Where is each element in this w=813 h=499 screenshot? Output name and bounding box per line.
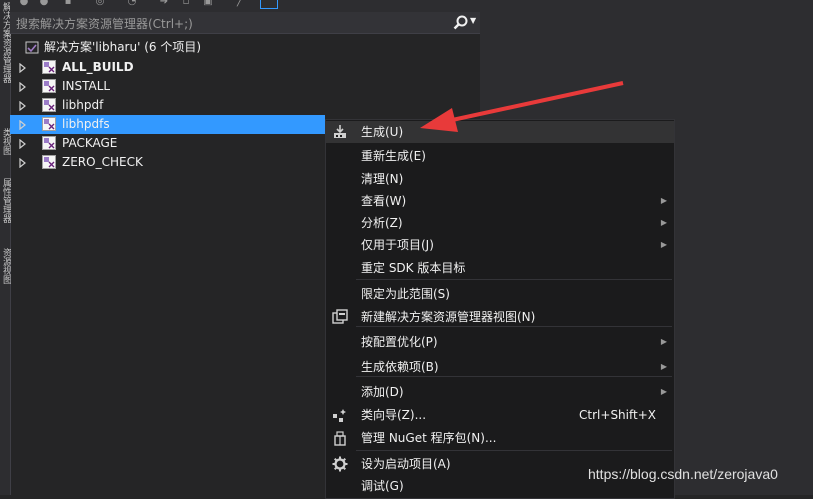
submenu-arrow-icon: ▶: [660, 218, 667, 227]
home-icon[interactable]: ▪: [62, 0, 74, 8]
menu-item-label: 仅用于项目(J): [361, 238, 434, 252]
vertical-tab-property-manager[interactable]: 属性管理器: [0, 178, 11, 240]
submenu-arrow-icon: ▶: [660, 337, 667, 346]
collapse-all-icon[interactable]: ▣: [202, 0, 214, 8]
cpp-project-icon: [42, 117, 56, 131]
search-options-dropdown[interactable]: ▼: [470, 16, 476, 25]
solution-explorer-toolbar: ● ● ▪ ◎ ◔ ➔ ▫ ▣ ╱: [10, 0, 480, 12]
project-label: libhpdfs: [62, 117, 110, 131]
menu-item-label: 按配置优化(P): [361, 335, 438, 349]
cpp-project-icon: [42, 79, 56, 93]
menu-item-label: 重新生成(E): [361, 149, 426, 163]
class-wizard-icon: [333, 409, 346, 422]
menu-item-label: 管理 NuGet 程序包(N)...: [361, 431, 497, 445]
menu-item[interactable]: 重新生成(E): [326, 145, 674, 167]
expand-arrow-icon[interactable]: [18, 77, 28, 96]
project-label: PACKAGE: [62, 136, 118, 150]
submenu-arrow-icon: ▶: [660, 362, 667, 371]
build-icon: [334, 125, 346, 138]
menu-item[interactable]: 生成(U): [326, 121, 674, 143]
gear-icon: [332, 456, 348, 472]
project-label: INSTALL: [62, 79, 111, 93]
watermark: https://blog.csdn.net/zerojava0: [588, 466, 778, 482]
submenu-arrow-icon: ▶: [660, 387, 667, 396]
project-node[interactable]: libhpdf: [10, 96, 480, 115]
menu-item-label: 清理(N): [361, 172, 404, 186]
project-node[interactable]: INSTALL: [10, 77, 480, 96]
project-label: ALL_BUILD: [62, 60, 134, 74]
menu-item-label: 限定为此范围(S): [361, 287, 450, 301]
menu-item-label: 添加(D): [361, 385, 404, 399]
menu-item-shortcut: Ctrl+Shift+X: [579, 408, 656, 422]
search-input[interactable]: 搜索解决方案资源管理器(Ctrl+;): [16, 15, 193, 32]
menu-item-label: 调试(G): [361, 479, 404, 493]
menu-separator: [356, 279, 672, 280]
menu-item[interactable]: 分析(Z) ▶: [326, 212, 674, 234]
submenu-arrow-icon: ▶: [660, 196, 667, 205]
menu-item[interactable]: 添加(D) ▶: [326, 381, 674, 403]
solution-label: 解决方案'libharu' (6 个项目): [44, 40, 202, 54]
search-icon[interactable]: [451, 13, 471, 33]
properties-icon[interactable]: ╱: [234, 0, 246, 8]
menu-item[interactable]: 类向导(Z)... Ctrl+Shift+X: [326, 404, 674, 426]
vertical-tab-resource-view[interactable]: 资源视图: [0, 248, 11, 294]
menu-item[interactable]: 新建解决方案资源管理器视图(N): [326, 306, 674, 328]
preview-toggle-button[interactable]: [260, 0, 278, 9]
sync-icon[interactable]: ➔: [158, 0, 170, 8]
new-view-icon: [332, 309, 348, 324]
expand-arrow-icon[interactable]: [18, 153, 28, 172]
menu-item-label: 设为启动项目(A): [361, 457, 451, 471]
menu-item[interactable]: 限定为此范围(S): [326, 283, 674, 305]
expand-arrow-icon[interactable]: [18, 134, 28, 153]
menu-item[interactable]: 查看(W) ▶: [326, 190, 674, 212]
solution-node[interactable]: 解决方案'libharu' (6 个项目): [10, 38, 480, 57]
cpp-project-icon: [42, 155, 56, 169]
cpp-project-icon: [42, 60, 56, 74]
pending-changes-icon[interactable]: ◔: [126, 0, 138, 8]
menu-item-label: 生成(U): [361, 125, 404, 139]
solution-icon: [25, 41, 39, 54]
project-label: libhpdf: [62, 98, 104, 112]
expand-arrow-icon[interactable]: [18, 96, 28, 115]
menu-item[interactable]: 管理 NuGet 程序包(N)...: [326, 427, 674, 449]
cpp-project-icon: [42, 98, 56, 112]
menu-item-label: 查看(W): [361, 194, 407, 208]
expand-arrow-icon[interactable]: [18, 115, 28, 134]
switch-views-icon[interactable]: ◎: [94, 0, 106, 8]
cpp-project-icon: [42, 136, 56, 150]
menu-item[interactable]: 重定 SDK 版本目标: [326, 257, 674, 279]
menu-item[interactable]: 清理(N): [326, 168, 674, 190]
menu-item-label: 生成依赖项(B): [361, 360, 439, 374]
project-node[interactable]: ALL_BUILD: [10, 58, 480, 77]
refresh-icon[interactable]: ▫: [180, 0, 192, 8]
expand-arrow-icon[interactable]: [18, 58, 28, 77]
project-label: ZERO_CHECK: [62, 155, 143, 169]
submenu-arrow-icon: ▶: [660, 240, 667, 249]
nuget-icon: [334, 431, 346, 446]
context-menu: 生成(U) 重新生成(E) 清理(N) 查看(W) ▶ 分析(Z) ▶ 仅用于项目(J) ▶ 重定…: [325, 119, 675, 499]
back-icon[interactable]: ●: [18, 0, 30, 8]
menu-item[interactable]: 按配置优化(P) ▶: [326, 331, 674, 353]
search-box[interactable]: 搜索解决方案资源管理器(Ctrl+;) ▼: [10, 12, 480, 34]
menu-item-label: 新建解决方案资源管理器视图(N): [361, 310, 536, 324]
forward-icon[interactable]: ●: [38, 0, 50, 8]
menu-item-label: 重定 SDK 版本目标: [361, 261, 466, 275]
menu-item[interactable]: 仅用于项目(J) ▶: [326, 234, 674, 256]
project-node[interactable]: libhpdfs: [10, 115, 325, 134]
menu-separator: [356, 450, 672, 451]
menu-item-label: 分析(Z): [361, 216, 403, 230]
menu-item[interactable]: 生成依赖项(B) ▶: [326, 356, 674, 378]
menu-item-label: 类向导(Z)...: [361, 408, 427, 422]
